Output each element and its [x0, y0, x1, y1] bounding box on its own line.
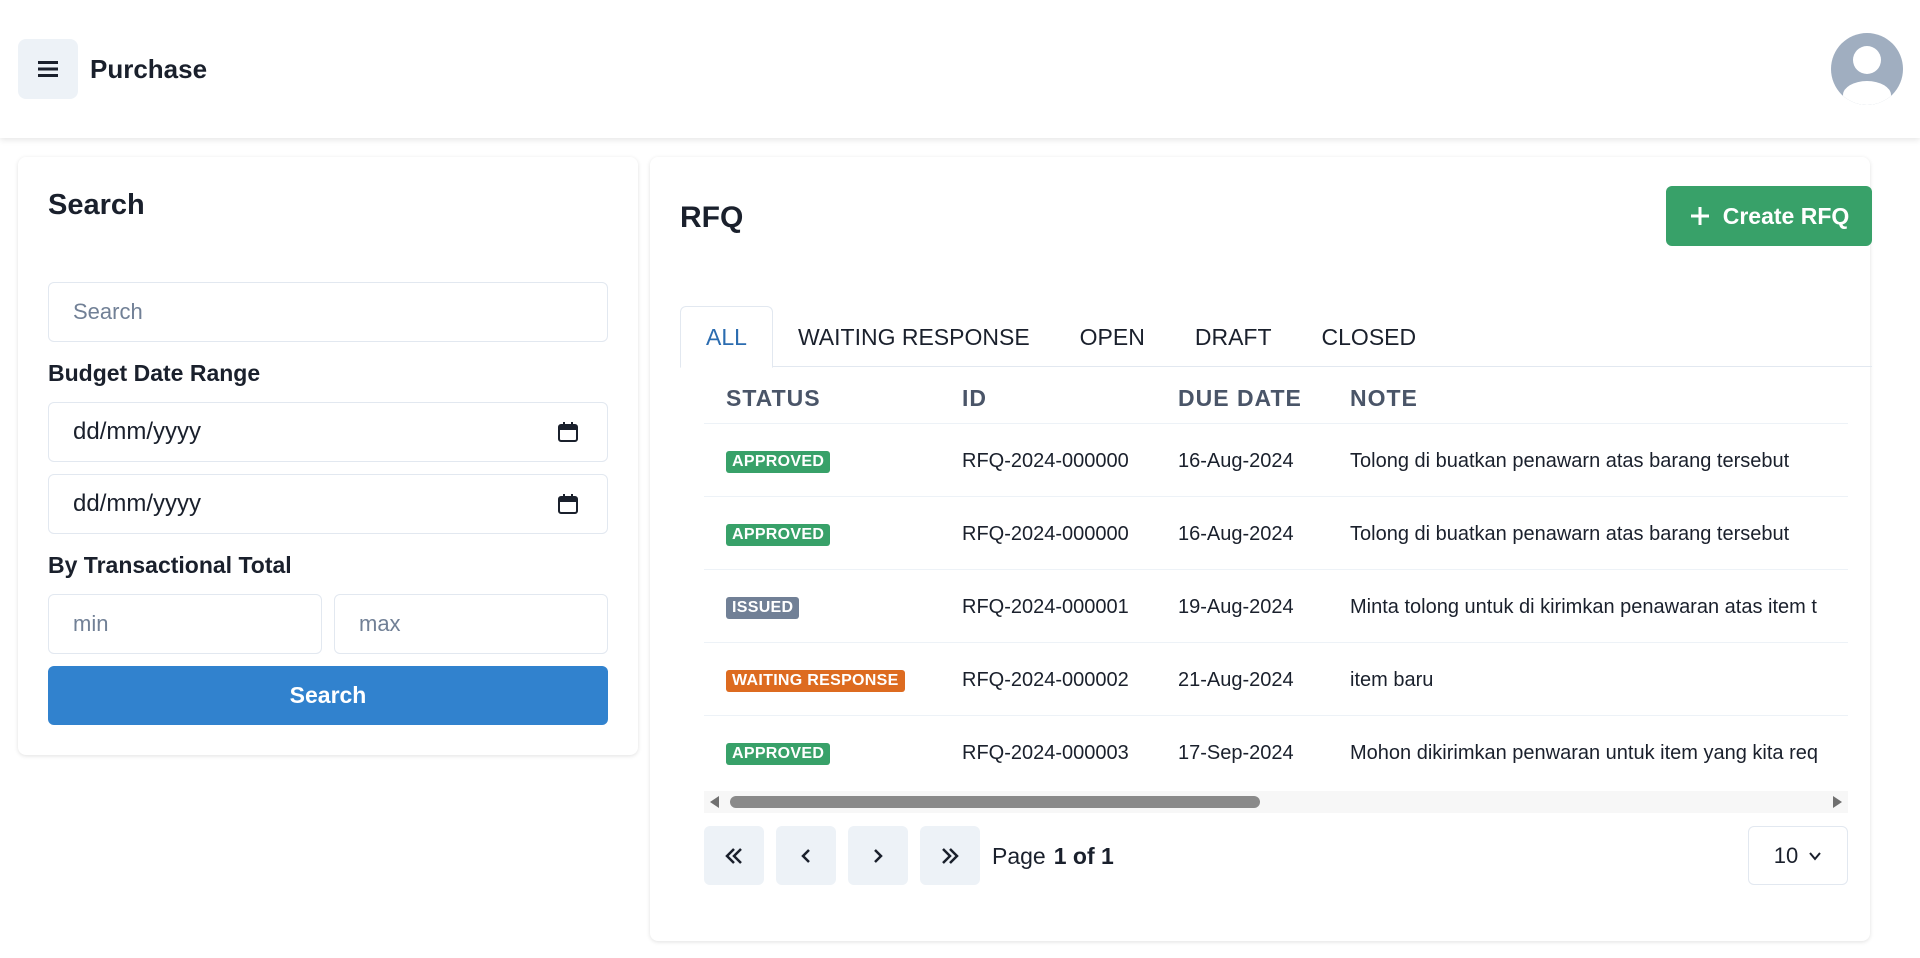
status-badge: APPROVED	[726, 451, 831, 473]
column-due-date[interactable]: DUE DATE	[1178, 385, 1302, 412]
max-input[interactable]	[359, 611, 607, 637]
budget-date-range-label: Budget Date Range	[48, 360, 261, 386]
note: Tolong di buatkan penawarn atas barang t…	[1350, 523, 1790, 545]
date-to-text: dd/mm/yyyy	[73, 490, 202, 517]
create-rfq-button[interactable]: Create RFQ	[1666, 186, 1872, 246]
note: item baru	[1350, 669, 1434, 691]
min-input-wrapper	[48, 594, 322, 654]
menu-button[interactable]	[18, 39, 78, 99]
page-indicator: Page 1 of 1	[992, 843, 1114, 870]
rfq-id: RFQ-2024-000000	[962, 450, 1129, 472]
table-header: STATUS ID DUE DATE NOTE	[704, 380, 1848, 424]
date-from-text: dd/mm/yyyy	[73, 418, 202, 445]
search-input-wrapper	[48, 282, 608, 342]
search-panel: Search Budget Date Range dd/mm/yyyy dd/m…	[18, 157, 638, 755]
per-page-select[interactable]: 10	[1748, 826, 1848, 885]
status-badge: APPROVED	[726, 743, 831, 765]
page-label: Page	[992, 843, 1046, 869]
transactional-total-label: By Transactional Total	[48, 552, 292, 578]
chevron-left-icon	[801, 848, 810, 863]
last-page-button[interactable]	[920, 826, 980, 885]
create-rfq-label: Create RFQ	[1722, 202, 1850, 229]
tab-all[interactable]: ALL	[680, 306, 773, 368]
rfq-id: RFQ-2024-000000	[962, 523, 1129, 545]
due-date: 16-Aug-2024	[1178, 523, 1294, 545]
next-page-button[interactable]	[848, 826, 908, 885]
calendar-icon[interactable]	[557, 421, 579, 443]
table-row[interactable]: WAITING RESPONSE RFQ-2024-000002 21-Aug-…	[704, 643, 1848, 716]
previous-page-button[interactable]	[776, 826, 836, 885]
scrollbar-thumb[interactable]	[730, 796, 1260, 808]
search-input[interactable]	[73, 299, 607, 325]
column-id[interactable]: ID	[962, 385, 987, 412]
table-row[interactable]: APPROVED RFQ-2024-000003 17-Sep-2024 Moh…	[704, 716, 1848, 789]
due-date: 16-Aug-2024	[1178, 450, 1294, 472]
status-badge: ISSUED	[726, 597, 800, 619]
date-to-field[interactable]: dd/mm/yyyy	[48, 474, 608, 534]
double-chevron-right-icon	[942, 847, 959, 864]
calendar-icon[interactable]	[557, 493, 579, 515]
rfq-panel: RFQ Create RFQ ALL WAITING RESPONSE OPEN…	[650, 157, 1872, 941]
due-date: 17-Sep-2024	[1178, 742, 1294, 764]
due-date: 19-Aug-2024	[1178, 596, 1294, 618]
status-tabs: ALL WAITING RESPONSE OPEN DRAFT CLOSED	[680, 306, 1872, 368]
table-row[interactable]: APPROVED RFQ-2024-000000 16-Aug-2024 Tol…	[704, 497, 1848, 570]
tab-waiting-response[interactable]: WAITING RESPONSE	[773, 306, 1055, 368]
status-badge: APPROVED	[726, 524, 831, 546]
horizontal-scrollbar[interactable]	[704, 791, 1848, 813]
user-avatar-icon[interactable]	[1831, 33, 1903, 105]
plus-icon	[1690, 207, 1709, 225]
status-badge: WAITING RESPONSE	[726, 670, 905, 692]
column-note[interactable]: NOTE	[1350, 385, 1418, 412]
app-title: Purchase	[90, 54, 208, 84]
max-input-wrapper	[334, 594, 608, 654]
search-button[interactable]: Search	[48, 666, 608, 725]
date-from-field[interactable]: dd/mm/yyyy	[48, 402, 608, 462]
due-date: 21-Aug-2024	[1178, 669, 1294, 691]
tab-open[interactable]: OPEN	[1055, 306, 1170, 368]
table-row[interactable]: APPROVED RFQ-2024-000000 16-Aug-2024 Tol…	[704, 424, 1848, 497]
tab-draft[interactable]: DRAFT	[1170, 306, 1297, 368]
rfq-title: RFQ	[680, 201, 744, 234]
table-row[interactable]: ISSUED RFQ-2024-000001 19-Aug-2024 Minta…	[704, 570, 1848, 643]
rfq-id: RFQ-2024-000001	[962, 596, 1129, 618]
note: Mohon dikirimkan penwaran untuk item yan…	[1350, 742, 1819, 764]
top-bar: Purchase	[0, 0, 1920, 138]
rfq-id: RFQ-2024-000002	[962, 669, 1129, 691]
first-page-button[interactable]	[704, 826, 764, 885]
hamburger-icon	[38, 61, 58, 77]
min-input[interactable]	[73, 611, 321, 637]
column-status[interactable]: STATUS	[726, 385, 821, 412]
note: Minta tolong untuk di kirimkan penawaran…	[1350, 596, 1817, 618]
scroll-right-icon[interactable]	[1833, 796, 1842, 808]
scroll-left-icon[interactable]	[710, 796, 719, 808]
double-chevron-left-icon	[725, 847, 742, 864]
page-value: 1 of 1	[1053, 843, 1114, 869]
rfq-id: RFQ-2024-000003	[962, 742, 1129, 764]
search-panel-title: Search	[48, 189, 145, 221]
tab-closed[interactable]: CLOSED	[1297, 306, 1442, 368]
per-page-value: 10	[1773, 842, 1799, 868]
chevron-right-icon	[874, 848, 883, 863]
note: Tolong di buatkan penawarn atas barang t…	[1350, 450, 1790, 472]
chevron-down-icon	[1809, 851, 1822, 861]
